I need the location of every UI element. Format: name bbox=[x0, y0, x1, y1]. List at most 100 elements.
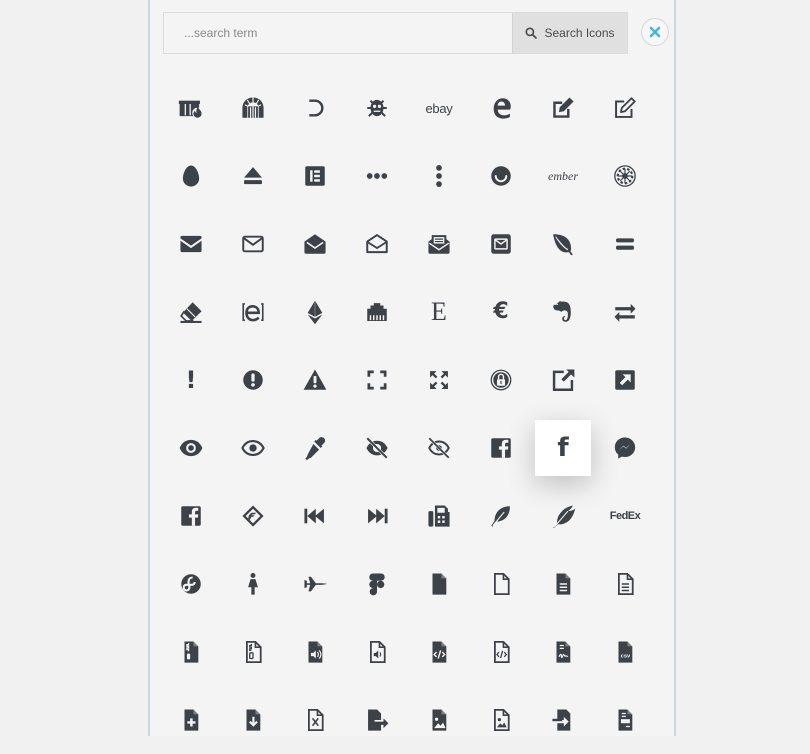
icon-cell[interactable]: € bbox=[470, 278, 532, 346]
icon-cell[interactable] bbox=[594, 142, 656, 210]
icon-cell[interactable] bbox=[470, 550, 532, 618]
icon-cell[interactable] bbox=[284, 414, 346, 482]
d-and-d-icon bbox=[301, 94, 329, 122]
icon-cell[interactable] bbox=[346, 142, 408, 210]
icon-cell[interactable] bbox=[222, 346, 284, 414]
icon-cell[interactable] bbox=[594, 74, 656, 142]
icon-cell[interactable] bbox=[408, 346, 470, 414]
icon-cell[interactable] bbox=[346, 618, 408, 686]
icon-cell[interactable] bbox=[284, 278, 346, 346]
icon-cell[interactable] bbox=[160, 74, 222, 142]
icon-cell[interactable] bbox=[160, 550, 222, 618]
envelope-open-regular-icon bbox=[363, 230, 391, 258]
icon-cell[interactable]: ! bbox=[160, 346, 222, 414]
icon-cell[interactable] bbox=[408, 618, 470, 686]
icon-cell[interactable] bbox=[222, 482, 284, 550]
icon-cell[interactable] bbox=[532, 210, 594, 278]
icon-cell[interactable] bbox=[594, 414, 656, 482]
icon-cell[interactable] bbox=[284, 142, 346, 210]
icon-cell[interactable] bbox=[160, 278, 222, 346]
file-audio-solid-icon bbox=[301, 638, 329, 666]
icon-cell[interactable] bbox=[594, 278, 656, 346]
icon-cell[interactable] bbox=[160, 686, 222, 754]
icon-cell[interactable] bbox=[346, 414, 408, 482]
svg-text:csv: csv bbox=[621, 654, 631, 660]
icon-cell[interactable]: ember bbox=[532, 142, 594, 210]
icon-cell[interactable] bbox=[594, 686, 656, 754]
egg-icon bbox=[177, 162, 205, 190]
icon-cell[interactable] bbox=[222, 210, 284, 278]
icon-cell[interactable] bbox=[222, 618, 284, 686]
icon-cell[interactable] bbox=[470, 74, 532, 142]
icon-cell[interactable] bbox=[222, 686, 284, 754]
icon-cell[interactable] bbox=[284, 550, 346, 618]
fast-backward-icon bbox=[301, 502, 329, 530]
icon-cell[interactable] bbox=[284, 74, 346, 142]
eye-regular-icon bbox=[239, 434, 267, 462]
icon-cell[interactable] bbox=[470, 346, 532, 414]
icon-cell[interactable] bbox=[532, 618, 594, 686]
icon-cell[interactable] bbox=[160, 482, 222, 550]
icon-cell[interactable] bbox=[222, 142, 284, 210]
icon-cell[interactable] bbox=[346, 550, 408, 618]
icon-cell[interactable] bbox=[470, 618, 532, 686]
icon-cell[interactable] bbox=[408, 482, 470, 550]
icon-cell[interactable]: FedEx bbox=[594, 482, 656, 550]
icon-cell[interactable] bbox=[284, 482, 346, 550]
empire-icon bbox=[611, 162, 639, 190]
icon-cell[interactable] bbox=[160, 414, 222, 482]
icon-cell[interactable] bbox=[470, 142, 532, 210]
icon-cell[interactable] bbox=[346, 686, 408, 754]
icon-cell[interactable] bbox=[346, 210, 408, 278]
search-icons-button[interactable]: Search Icons bbox=[512, 13, 627, 53]
icon-cell[interactable] bbox=[470, 482, 532, 550]
icon-cell[interactable] bbox=[408, 210, 470, 278]
icon-cell[interactable] bbox=[532, 278, 594, 346]
file-image-regular-icon bbox=[487, 706, 515, 734]
icon-cell[interactable] bbox=[594, 346, 656, 414]
icon-cell[interactable] bbox=[532, 74, 594, 142]
icon-cell[interactable] bbox=[470, 210, 532, 278]
icon-cell[interactable]: E bbox=[408, 278, 470, 346]
icon-cell[interactable] bbox=[222, 550, 284, 618]
icon-cell[interactable] bbox=[346, 74, 408, 142]
icon-cell[interactable] bbox=[284, 346, 346, 414]
file-audio-regular-icon bbox=[363, 638, 391, 666]
icon-cell[interactable] bbox=[408, 142, 470, 210]
icon-cell[interactable]: ebay bbox=[408, 74, 470, 142]
female-icon bbox=[239, 570, 267, 598]
icon-cell[interactable] bbox=[222, 74, 284, 142]
icon-cell[interactable] bbox=[284, 210, 346, 278]
icon-cell[interactable] bbox=[408, 686, 470, 754]
close-button[interactable] bbox=[641, 18, 669, 46]
icon-cell[interactable] bbox=[284, 618, 346, 686]
icon-cell[interactable] bbox=[594, 210, 656, 278]
icon-cell[interactable] bbox=[532, 686, 594, 754]
search-input[interactable] bbox=[164, 13, 513, 53]
ebay-icon: ebay bbox=[425, 94, 453, 122]
icon-cell[interactable] bbox=[594, 550, 656, 618]
icon-cell[interactable] bbox=[470, 414, 532, 482]
icon-cell[interactable] bbox=[408, 550, 470, 618]
icon-cell[interactable] bbox=[346, 482, 408, 550]
icon-cell[interactable] bbox=[532, 482, 594, 550]
exclamation-glyph: ! bbox=[185, 366, 197, 394]
icon-cell[interactable] bbox=[408, 414, 470, 482]
icon-cell[interactable] bbox=[284, 686, 346, 754]
evernote-icon bbox=[549, 298, 577, 326]
icon-cell[interactable] bbox=[470, 686, 532, 754]
file-medical-icon bbox=[177, 706, 205, 734]
icon-cell[interactable] bbox=[160, 618, 222, 686]
icon-cell[interactable] bbox=[532, 550, 594, 618]
icon-cell[interactable] bbox=[532, 346, 594, 414]
file-excel-regular-icon bbox=[301, 706, 329, 734]
icon-cell[interactable] bbox=[160, 142, 222, 210]
icon-cell[interactable]: f bbox=[532, 414, 594, 482]
icon-cell[interactable] bbox=[160, 210, 222, 278]
icon-cell[interactable] bbox=[346, 346, 408, 414]
icon-cell[interactable]: csvcsv bbox=[594, 618, 656, 686]
icon-cell[interactable] bbox=[346, 278, 408, 346]
icon-cell[interactable] bbox=[222, 414, 284, 482]
icon-cell[interactable] bbox=[222, 278, 284, 346]
search-icon bbox=[525, 27, 538, 39]
